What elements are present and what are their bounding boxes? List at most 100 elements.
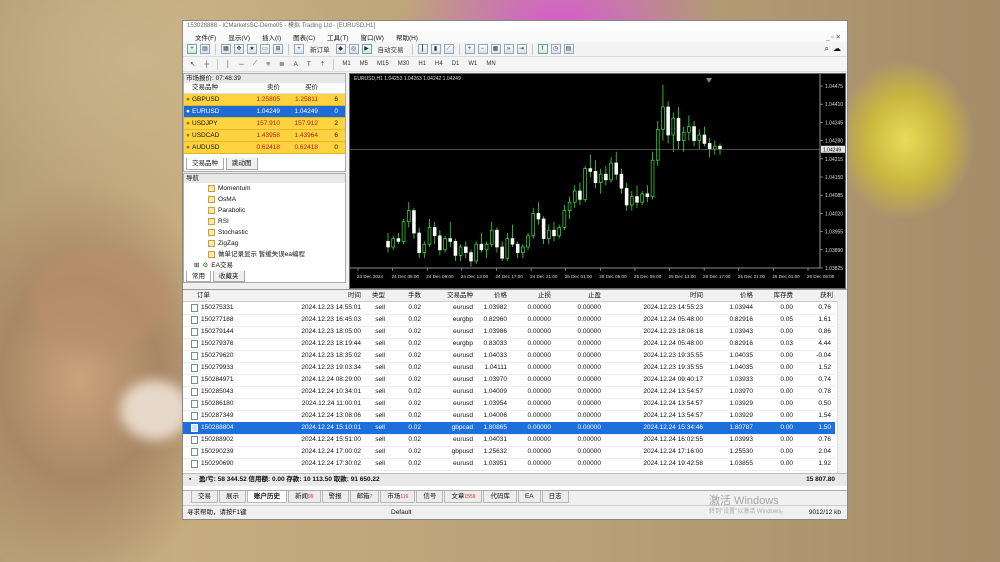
navigator-item[interactable]: 做单记录显示 暂缓失误ea编程 — [184, 249, 345, 260]
column-header[interactable]: 时间 — [690, 290, 703, 301]
market-watch-row[interactable]: ● EURUSD 1.04249 1.04249 0 — [184, 106, 345, 118]
new-order-icon[interactable]: + — [294, 44, 304, 54]
column-header[interactable]: 获利 — [820, 290, 833, 301]
tab-symbols[interactable]: 交易品种 — [186, 158, 224, 170]
column-header[interactable]: 手数 — [408, 290, 421, 301]
column-header[interactable]: 订单 — [197, 290, 210, 301]
tab-common[interactable]: 常用 — [186, 271, 211, 282]
indicators-icon[interactable]: f — [537, 44, 548, 54]
terminal-tab[interactable]: 展示 — [219, 491, 246, 503]
fibonacci-icon[interactable]: ≣ — [276, 60, 287, 68]
period-m1-button[interactable]: M1 — [339, 61, 353, 67]
channel-icon[interactable]: ≡ — [263, 61, 273, 68]
text-tool-icon[interactable]: A — [291, 61, 301, 68]
terminal-tab[interactable]: EA — [517, 491, 541, 503]
market-watch-row[interactable]: ● USDJPY 157.910 157.912 2 — [184, 118, 345, 130]
terminal-tab[interactable]: 代码库 — [483, 491, 517, 503]
label-tool-icon[interactable]: T — [304, 61, 314, 68]
column-ask[interactable]: 买价 — [280, 83, 318, 93]
community-icon[interactable]: ☁ — [833, 44, 841, 54]
period-h1-button[interactable]: H1 — [415, 61, 429, 67]
navigator-item[interactable]: Stochastic — [184, 227, 345, 238]
templates-icon[interactable]: ▤ — [563, 44, 574, 54]
candlestick-chart[interactable]: 1.04475 1.04410 1.04345 1.04280 1.04215 1.041… — [350, 74, 845, 288]
navigator-item[interactable]: Parabolic — [184, 205, 345, 216]
crosshair-icon[interactable]: ┼ — [201, 61, 212, 68]
new-order-button[interactable]: 新订单 — [307, 44, 333, 54]
market-watch-row[interactable]: ● GBPUSD 1.25805 1.25811 6 — [184, 94, 345, 106]
tab-tick-chart[interactable]: 跳动图 — [226, 158, 258, 170]
bar-chart-icon[interactable]: ┃ — [417, 44, 428, 54]
menu-item[interactable]: 文件(F) — [195, 32, 216, 42]
profiles-icon[interactable]: ▤ — [200, 44, 210, 54]
column-header[interactable]: 交易品种 — [447, 290, 473, 301]
menu-item[interactable]: 图表(C) — [293, 32, 315, 42]
tile-windows-icon[interactable]: ▦ — [490, 44, 501, 54]
market-watch-row[interactable]: ● AUDUSD 0.62418 0.62418 0 — [184, 142, 345, 154]
search-icon[interactable]: ⌕ — [825, 44, 829, 54]
navigator-item[interactable]: RSI — [184, 216, 345, 227]
terminal-tab[interactable]: 市场116 — [380, 491, 416, 503]
column-bid[interactable]: 卖价 — [242, 83, 280, 93]
navigator-expert-folder[interactable]: ⊞ ⚙ EA交易 — [184, 260, 345, 271]
autotrade-button[interactable]: 自动交易 — [375, 44, 407, 54]
horizontal-line-icon[interactable]: ─ — [236, 61, 247, 68]
zoom-in-icon[interactable]: + — [464, 44, 475, 54]
plus-icon[interactable]: ⊞ — [194, 260, 199, 271]
column-header[interactable]: 价格 — [494, 290, 507, 301]
terminal-tab[interactable]: 账户历史 — [247, 491, 287, 503]
terminal-tab[interactable]: 日志 — [541, 491, 569, 503]
cursor-icon[interactable]: ↖ — [187, 60, 198, 68]
period-m15-button[interactable]: M15 — [374, 61, 392, 67]
period-d1-button[interactable]: D1 — [449, 61, 463, 67]
candle-chart-icon[interactable]: ▮ — [430, 44, 441, 54]
terminal-tab[interactable]: 警报 — [321, 491, 349, 503]
column-symbol[interactable]: 交易品种 — [192, 83, 242, 93]
navigator-item[interactable]: ZigZag — [184, 238, 345, 249]
terminal-scrollbar[interactable] — [837, 301, 847, 473]
terminal-tab[interactable]: 文章1559 — [444, 491, 483, 503]
menu-item[interactable]: 窗口(W) — [360, 32, 383, 42]
menu-item[interactable]: 帮助(H) — [396, 32, 418, 42]
column-header[interactable]: 时间 — [348, 290, 361, 301]
line-chart-icon[interactable]: ⟋ — [443, 44, 454, 54]
window-controls[interactable]: _ ▫ ✕ — [826, 33, 841, 41]
data-window-icon[interactable]: ✥ — [234, 44, 244, 54]
vertical-line-icon[interactable]: │ — [223, 61, 233, 68]
column-spread[interactable] — [318, 83, 341, 93]
period-mn-button[interactable]: MN — [483, 61, 498, 67]
period-m30-button[interactable]: M30 — [395, 61, 413, 67]
history-row[interactable]: 150290690 2024.12.24 17:30:02 sell 0.02 euru… — [183, 458, 835, 471]
market-watch-icon[interactable]: ▦ — [221, 44, 231, 54]
tab-favorites[interactable]: 收藏夹 — [213, 271, 245, 282]
terminal-icon[interactable]: ▭ — [260, 44, 270, 54]
terminal-tab[interactable]: 信号 — [416, 491, 444, 503]
period-w1-button[interactable]: W1 — [465, 61, 480, 67]
column-header[interactable]: 止盈 — [588, 290, 601, 301]
navigator-item[interactable]: Momentum — [184, 183, 345, 194]
column-header[interactable]: 止损 — [538, 290, 551, 301]
period-h4-button[interactable]: H4 — [432, 61, 446, 67]
market-watch-row[interactable]: ● USDCAD 1.43958 1.43964 6 — [184, 130, 345, 142]
trendline-icon[interactable]: ⟋ — [250, 60, 261, 68]
navigator-item[interactable]: OsMA — [184, 194, 345, 205]
autoscroll-icon[interactable]: » — [503, 44, 514, 54]
zoom-out-icon[interactable]: − — [477, 44, 488, 54]
metaeditor-icon[interactable]: ◆ — [335, 44, 346, 54]
terminal-tab[interactable]: 新闻99 — [288, 491, 321, 503]
signals-icon[interactable]: ◎ — [348, 44, 359, 54]
terminal-tab[interactable]: 邮箱7 — [349, 491, 380, 503]
terminal-tab[interactable]: 交易 — [191, 491, 218, 503]
periods-icon[interactable]: ◷ — [550, 44, 561, 54]
navigator-icon[interactable]: ★ — [247, 44, 257, 54]
autotrade-icon[interactable]: ▶ — [361, 44, 372, 54]
menu-item[interactable]: 插入(I) — [262, 32, 281, 42]
column-header[interactable]: 库存费 — [774, 290, 794, 301]
new-chart-icon[interactable]: + — [187, 44, 197, 54]
menu-item[interactable]: 显示(V) — [228, 32, 250, 42]
period-m5-button[interactable]: M5 — [357, 61, 371, 67]
price-chart[interactable]: 1.04475 1.04410 1.04345 1.04280 1.04215 1.041… — [349, 73, 846, 289]
column-header[interactable]: 价格 — [740, 290, 753, 301]
tester-icon[interactable]: ⊞ — [273, 44, 283, 54]
column-header[interactable]: 类型 — [372, 290, 385, 301]
